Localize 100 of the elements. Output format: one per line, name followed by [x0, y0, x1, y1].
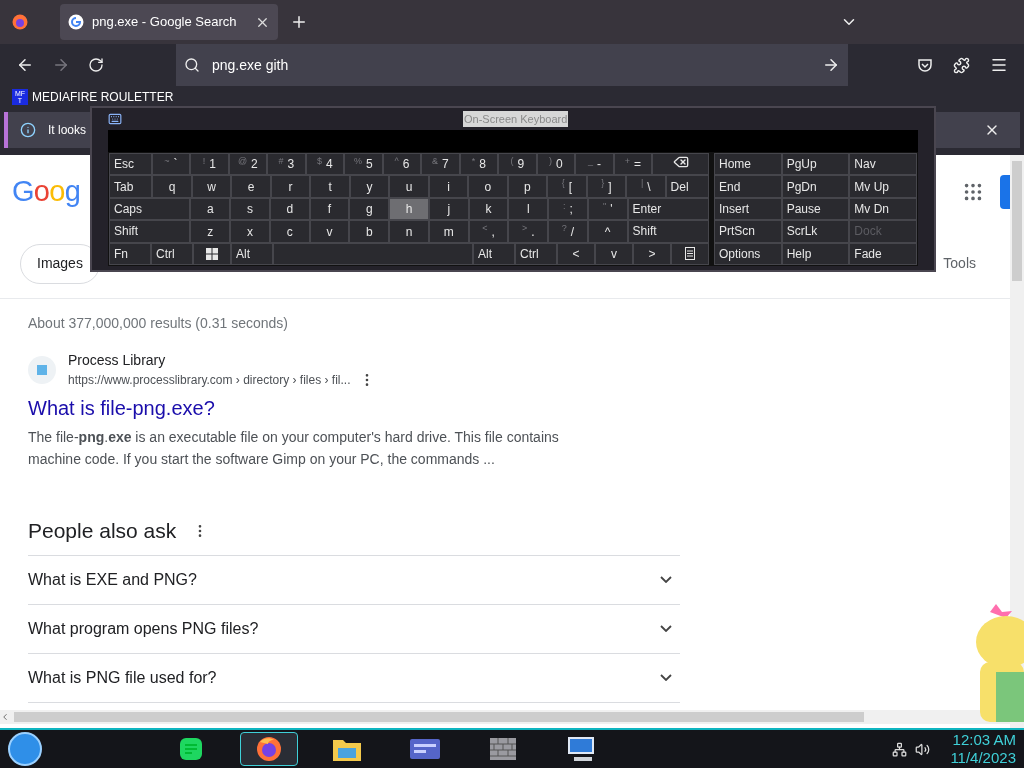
- keyboard-key[interactable]: & 7: [421, 153, 460, 176]
- keyboard-key[interactable]: PgUp: [781, 153, 850, 176]
- keyboard-key[interactable]: v: [595, 242, 633, 266]
- start-button[interactable]: [8, 732, 42, 766]
- keyboard-key[interactable]: b: [349, 220, 390, 243]
- keyboard-key[interactable]: h: [389, 197, 429, 221]
- scroll-left-icon[interactable]: [0, 712, 10, 722]
- keyboard-key[interactable]: ) 0: [536, 153, 576, 176]
- keyboard-key[interactable]: a: [190, 197, 231, 221]
- keyboard-key[interactable]: s: [230, 197, 270, 221]
- keyboard-key[interactable]: ? /: [548, 220, 588, 243]
- keyboard-key[interactable]: x: [230, 220, 270, 243]
- keyboard-key[interactable]: Alt: [473, 242, 515, 266]
- apps-grid-icon[interactable]: [962, 181, 984, 203]
- keyboard-key[interactable]: ^: [587, 220, 628, 243]
- menu-key[interactable]: [671, 242, 709, 266]
- result-snippet: The file-png.exe is an executable file on your computer's hard drive. This file contains machine code. If you start the software Gimp on your PC, the commands ...: [28, 428, 560, 469]
- keyboard-key[interactable]: Shift: [109, 220, 191, 243]
- windows-key[interactable]: [193, 242, 231, 266]
- keyboard-key[interactable]: Shift: [627, 220, 709, 243]
- keyboard-key[interactable]: ^ 6: [382, 153, 422, 176]
- keyboard-key[interactable]: r: [270, 175, 311, 198]
- keyboard-key[interactable]: u: [389, 175, 429, 198]
- bookmark-link[interactable]: MEDIAFIRE ROULETTER: [32, 88, 174, 106]
- horizontal-scrollbar[interactable]: [0, 710, 1010, 724]
- keyboard-key[interactable]: n: [389, 220, 429, 243]
- keyboard-key[interactable]: <: [557, 242, 595, 266]
- keyboard-key[interactable]: % 5: [344, 153, 383, 176]
- go-arrow-icon[interactable]: [822, 56, 840, 74]
- keyboard-key[interactable]: y: [349, 175, 390, 198]
- taskbar-app-button[interactable]: [240, 732, 298, 766]
- menu-icon[interactable]: [990, 56, 1008, 74]
- keyboard-key[interactable]: v: [309, 220, 350, 243]
- backspace-key[interactable]: [652, 153, 709, 176]
- keyboard-key[interactable]: End: [714, 175, 782, 198]
- keyboard-key[interactable]: e: [231, 175, 271, 198]
- keyboard-key[interactable]: > .: [508, 220, 549, 243]
- keyboard-key[interactable]: * 8: [459, 153, 499, 176]
- keyboard-key[interactable]: g: [349, 197, 390, 221]
- keyboard-key[interactable]: l: [508, 197, 549, 221]
- keyboard-key[interactable]: p: [507, 175, 548, 198]
- forward-icon[interactable]: [52, 56, 70, 74]
- brick-wall-icon: [489, 737, 517, 761]
- keyboard-key[interactable]: t: [310, 175, 350, 198]
- keyboard-key[interactable]: Mv Dn: [849, 197, 917, 221]
- network-icon[interactable]: [892, 741, 908, 757]
- keyboard-key[interactable]: : ;: [548, 197, 588, 221]
- keyboard-key[interactable]: } ]: [586, 175, 627, 198]
- keyboard-key[interactable]: >: [633, 242, 671, 266]
- keyboard-key[interactable]: Fade: [849, 242, 917, 266]
- keyboard-key[interactable]: Ctrl: [151, 242, 193, 266]
- extensions-icon[interactable]: [953, 56, 970, 74]
- keyboard-key[interactable]: ~ `: [151, 153, 191, 176]
- question-row[interactable]: What program opens PNG files?: [28, 604, 680, 654]
- new-tab-icon[interactable]: [290, 13, 308, 31]
- keyboard-key[interactable]: Fn: [109, 242, 151, 266]
- tools-button[interactable]: Tools: [943, 253, 976, 274]
- keyboard-key[interactable]: Home: [714, 153, 782, 176]
- keyboard-key[interactable]: PrtScn: [714, 220, 782, 243]
- keyboard-key[interactable]: $ 4: [305, 153, 345, 176]
- keyboard-key[interactable]: i: [428, 175, 469, 198]
- keyboard-key[interactable]: PgDn: [781, 175, 850, 198]
- keyboard-key[interactable]: Insert: [714, 197, 782, 221]
- results-count: About 377,000,000 results (0.31 seconds): [28, 314, 289, 333]
- keyboard-key[interactable]: c: [269, 220, 310, 243]
- keyboard-key[interactable]: { [: [547, 175, 587, 198]
- keyboard-key[interactable]: Del: [665, 175, 710, 198]
- keyboard-key[interactable]: Ctrl: [515, 242, 557, 266]
- keyboard-key[interactable]: ScrLk: [781, 220, 850, 243]
- keyboard-key[interactable]: Options: [714, 242, 782, 266]
- keyboard-key[interactable]: ( 9: [498, 153, 537, 176]
- keyboard-key[interactable]: Tab: [109, 175, 153, 198]
- clock[interactable]: 12:03 AM 11/4/2023: [950, 731, 1016, 767]
- keyboard-key[interactable]: q: [152, 175, 192, 198]
- pocket-icon[interactable]: [917, 57, 933, 73]
- keyboard-key[interactable]: m: [428, 220, 469, 243]
- keyboard-key[interactable]: Alt: [231, 242, 273, 266]
- question-row[interactable]: What is PNG file used for?: [28, 653, 680, 703]
- address-bar[interactable]: png.exe gith: [176, 44, 848, 86]
- keyboard-key[interactable]: Nav: [849, 153, 917, 176]
- keyboard-key[interactable]: z: [190, 220, 231, 243]
- keyboard-key[interactable]: Caps: [109, 197, 191, 221]
- back-icon[interactable]: [16, 56, 34, 74]
- address-input[interactable]: png.exe gith: [212, 54, 810, 76]
- keyboard-key[interactable]: < ,: [468, 220, 509, 243]
- question-row[interactable]: What is EXE and PNG?: [28, 555, 680, 605]
- keyboard-key[interactable]: ! 1: [190, 153, 229, 176]
- keyboard-key[interactable]: _ -: [575, 153, 614, 176]
- keyboard-key[interactable]: | \: [626, 175, 666, 198]
- keyboard-key[interactable]: @ 2: [228, 153, 268, 176]
- keyboard-key[interactable]: Esc: [109, 153, 152, 176]
- keyboard-key[interactable]: # 3: [267, 153, 306, 176]
- keyboard-key[interactable]: w: [191, 175, 232, 198]
- browser-tab[interactable]: png.exe - Google Search: [60, 4, 278, 40]
- reload-icon[interactable]: [88, 57, 104, 73]
- volume-icon[interactable]: [915, 741, 931, 757]
- keyboard-key[interactable]: Mv Up: [849, 175, 917, 198]
- keyboard-key[interactable]: o: [468, 175, 508, 198]
- result-title-link[interactable]: What is file-png.exe?: [28, 393, 215, 423]
- keyboard-key[interactable]: + =: [613, 153, 653, 176]
